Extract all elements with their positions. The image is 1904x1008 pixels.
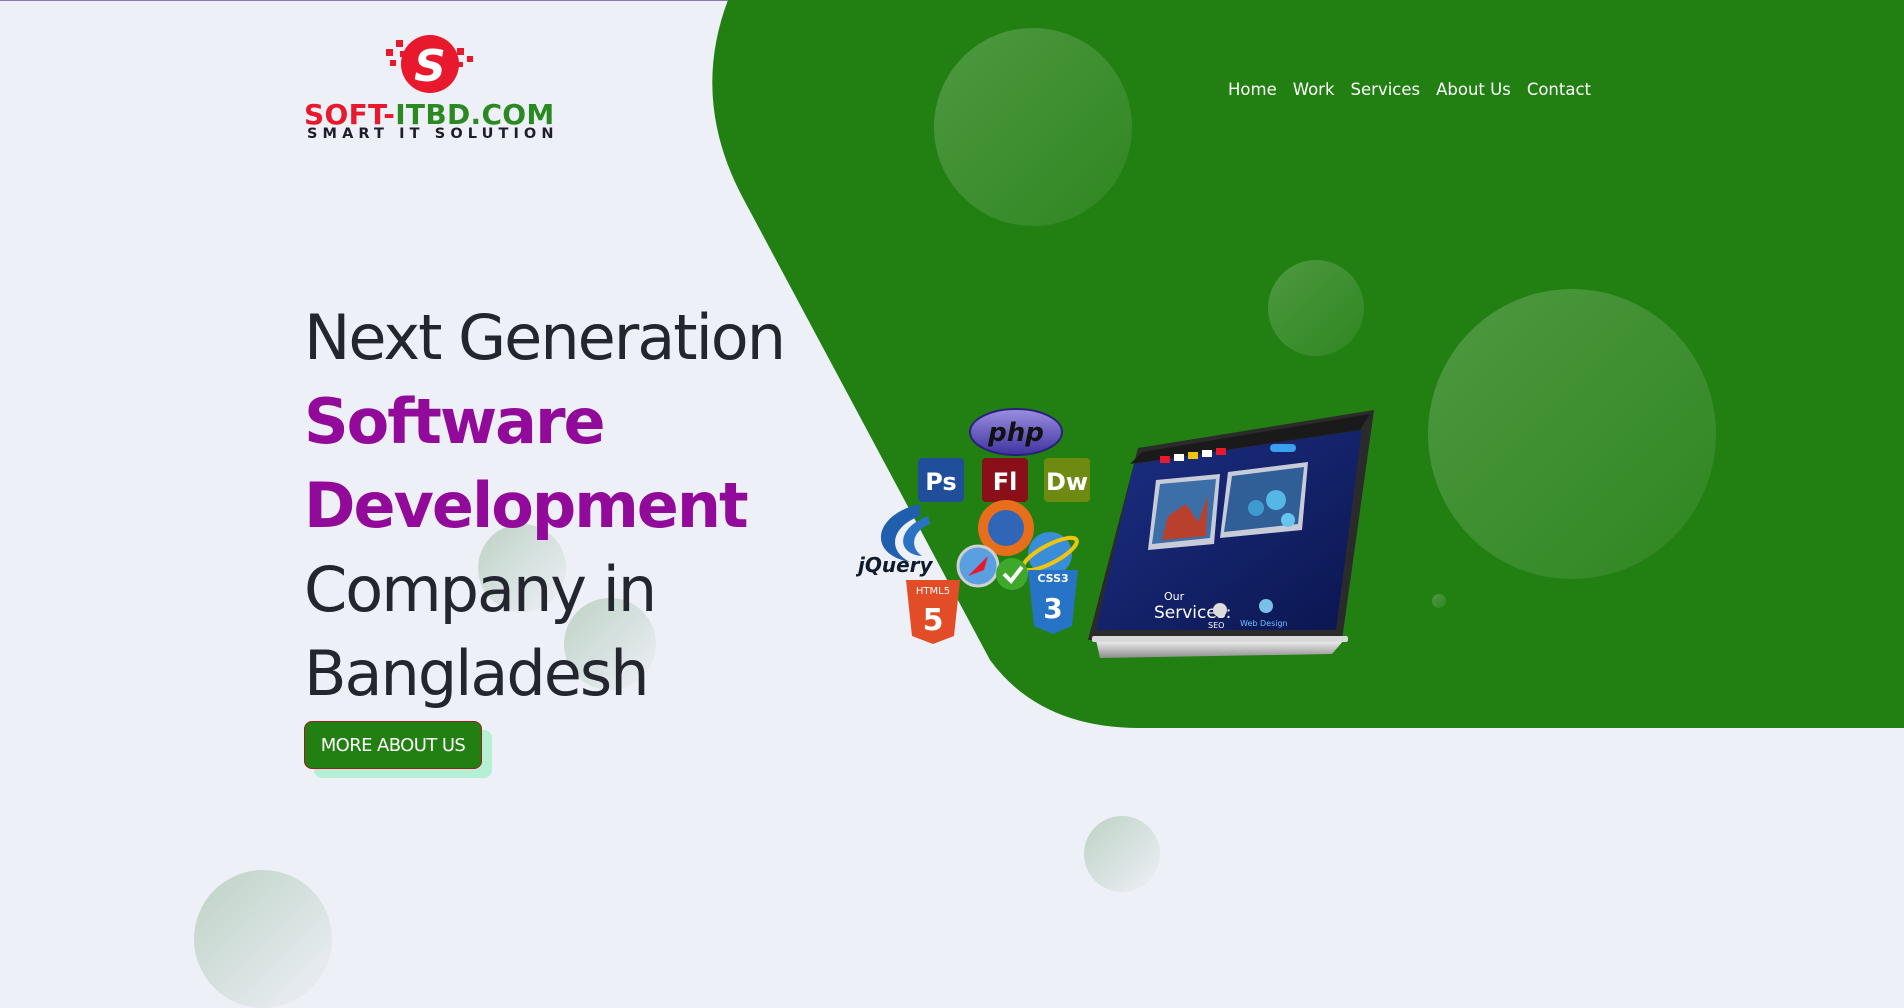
- svg-text:Our: Our: [1164, 590, 1185, 603]
- html5-logo-icon: HTML5 5: [906, 580, 960, 644]
- css3-logo-icon: CSS3 3: [1028, 570, 1078, 634]
- hero-line-4: Company in: [304, 553, 657, 626]
- decor-circle: [1428, 289, 1716, 579]
- decor-circle: [1432, 594, 1446, 608]
- main-navigation: Home Work Services About Us Contact: [1228, 80, 1591, 99]
- nav-about-link[interactable]: About Us: [1436, 80, 1511, 99]
- decor-circle: [934, 28, 1132, 226]
- hero-line-accent-1: Software: [304, 385, 606, 458]
- svg-text:Dw: Dw: [1046, 468, 1088, 496]
- flash-icon: Fl: [982, 458, 1028, 502]
- nav-contact-link[interactable]: Contact: [1527, 80, 1591, 99]
- svg-text:Ps: Ps: [925, 468, 956, 496]
- dreamweaver-icon: Dw: [1044, 458, 1090, 502]
- safari-icon: [956, 544, 1000, 588]
- logo-s-mark-icon: S: [386, 35, 473, 93]
- hero-line-accent-2: Development: [304, 469, 749, 542]
- svg-text:jQuery: jQuery: [856, 553, 934, 577]
- hero-line-5: Bangladesh: [304, 637, 650, 710]
- svg-text:HTML5: HTML5: [916, 586, 950, 597]
- svg-text:Fl: Fl: [993, 468, 1018, 496]
- svg-text:5: 5: [923, 603, 944, 638]
- svg-text:S: S: [414, 41, 446, 92]
- svg-text:SEO: SEO: [1208, 621, 1224, 630]
- nav-work-link[interactable]: Work: [1293, 80, 1335, 99]
- site-logo[interactable]: S SOFT-ITBD.COM SMART IT SOLUTION: [304, 34, 554, 144]
- nav-services-link[interactable]: Services: [1351, 80, 1421, 99]
- hero-line-1: Next Generation: [304, 301, 786, 374]
- svg-text:Web Design: Web Design: [1240, 619, 1288, 628]
- nav-home-link[interactable]: Home: [1228, 80, 1277, 99]
- decor-circle: [194, 870, 332, 1008]
- more-about-us-button[interactable]: MORE ABOUT US: [304, 721, 482, 769]
- logo-tagline: SMART IT SOLUTION: [307, 126, 559, 142]
- photoshop-icon: Ps: [918, 458, 964, 502]
- decor-circle: [1084, 816, 1160, 892]
- web-technologies-illustration: Our Services: SEO Web Design php Ps Fl D…: [856, 408, 1374, 658]
- svg-text:CSS3: CSS3: [1037, 572, 1068, 585]
- decor-circle: [1268, 260, 1364, 356]
- checkmark-icon: [996, 558, 1028, 590]
- svg-text:php: php: [987, 418, 1044, 448]
- laptop-icon: Our Services: SEO Web Design: [1088, 410, 1374, 658]
- svg-text:3: 3: [1043, 592, 1062, 625]
- hero-heading: Next Generation Software Development Com…: [304, 296, 824, 716]
- php-logo-icon: php: [969, 408, 1063, 456]
- jquery-logo-icon: jQuery: [856, 504, 934, 577]
